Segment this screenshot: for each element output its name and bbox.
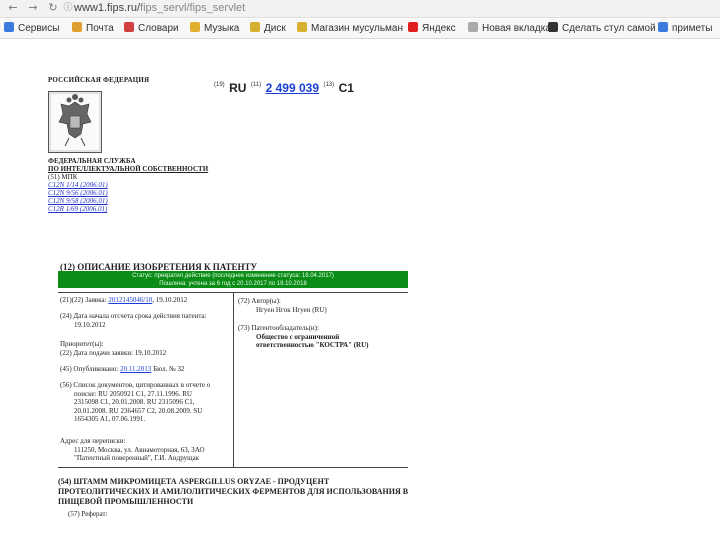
info-icon[interactable]: ⓘ bbox=[61, 1, 75, 15]
table-divider bbox=[233, 292, 234, 468]
url-path: fips_servl/fips_servlet bbox=[140, 2, 246, 14]
invention-title: (54) ШТАММ МИКРОМИЦЕТА ASPERGILLUS ORYZA… bbox=[58, 477, 409, 506]
ipc-link[interactable]: C12N 9/58 (2006.01) bbox=[48, 197, 108, 205]
publication-date-link[interactable]: 20.11.2013 bbox=[120, 365, 151, 373]
ipc-link[interactable]: C12N 9/56 (2006.01) bbox=[48, 189, 108, 197]
url-host: www1.fips.ru/ bbox=[74, 2, 141, 14]
bookmark-omens[interactable]: приметы bbox=[658, 22, 712, 36]
bookmark-shop[interactable]: Магазин мусульман bbox=[297, 22, 403, 36]
arrow-right-icon[interactable]: → bbox=[26, 1, 40, 15]
tools-icon bbox=[548, 22, 558, 32]
ipc-link[interactable]: C12R 1/69 (2006.01) bbox=[48, 205, 108, 213]
reload-icon[interactable]: ↻ bbox=[46, 1, 60, 15]
browser-toolbar: ← → ↻ ⓘ www1.fips.ru/fips_servl/fips_ser… bbox=[0, 0, 720, 18]
apps-icon bbox=[4, 22, 14, 32]
priority-row: Приоритет(ы): (22) Дата подачи заявки: 1… bbox=[60, 340, 167, 357]
bookmark-dictionaries[interactable]: Словари bbox=[124, 22, 179, 36]
owner-row: (73) Патентообладатель(и): Общество с ог… bbox=[238, 324, 369, 349]
bookmark-chair[interactable]: Сделать стул самой bbox=[548, 22, 656, 36]
bookmark-music[interactable]: Музыка bbox=[190, 22, 239, 36]
correspondence-address-row: Адрес для переписки: 111250, Москва, ул.… bbox=[60, 437, 205, 462]
country-code: RU bbox=[229, 81, 247, 95]
page-icon bbox=[468, 22, 478, 32]
folder-icon bbox=[190, 22, 200, 32]
bookmark-mail[interactable]: Почта bbox=[72, 22, 114, 36]
bookmark-services[interactable]: Сервисы bbox=[4, 22, 59, 36]
globe-icon bbox=[658, 22, 668, 32]
status-banner: Статус: прекратил действие (последнее из… bbox=[58, 271, 408, 288]
federation-label: РОССИЙСКАЯ ФЕДЕРАЦИЯ bbox=[48, 76, 150, 84]
bookmark-yandex[interactable]: Яндекс bbox=[408, 22, 456, 36]
yandex-icon bbox=[408, 22, 418, 32]
start-date-row: (24) Дата начала отсчета срока действия … bbox=[60, 312, 207, 329]
patent-number-header: (19) RU (11) 2 499 039 (13) C1 bbox=[214, 81, 354, 95]
ipc-link[interactable]: C12N 1/14 (2006.01) bbox=[48, 181, 108, 189]
federal-service-label: ФЕДЕРАЛЬНАЯ СЛУЖБА ПО ИНТЕЛЛЕКТУАЛЬНОЙ С… bbox=[48, 157, 209, 173]
kind-code: C1 bbox=[338, 81, 354, 95]
cited-documents-row: (56) Список документов, цитированных в о… bbox=[60, 381, 211, 423]
coat-of-arms-icon bbox=[48, 91, 102, 153]
application-number-link[interactable]: 2012145046/10 bbox=[108, 296, 152, 304]
bookmarks-bar: Сервисы Почта Словари Музыка Диск Магази… bbox=[0, 19, 720, 39]
patent-number-link[interactable]: 2 499 039 bbox=[266, 81, 319, 95]
address-bar[interactable]: www1.fips.ru/fips_servl/fips_servlet bbox=[74, 1, 245, 16]
author-row: (72) Автор(ы): Нгуен Нгок Нгуен (RU) bbox=[238, 297, 327, 314]
ipc-classification: (51) МПК C12N 1/14 (2006.01) C12N 9/56 (… bbox=[48, 173, 108, 213]
folder-icon bbox=[250, 22, 260, 32]
folder-icon bbox=[297, 22, 307, 32]
arrow-left-icon[interactable]: ← bbox=[6, 1, 20, 15]
bookmark-disk[interactable]: Диск bbox=[250, 22, 286, 36]
dictionary-icon bbox=[124, 22, 134, 32]
application-row: (21)(22) Заявка: 2012145046/10, 19.10.20… bbox=[60, 296, 188, 304]
publication-row: (45) Опубликовано: 20.11.2013 Бюл. № 32 bbox=[60, 365, 185, 373]
abstract-label: (57) Реферат: bbox=[68, 510, 108, 518]
mail-icon bbox=[72, 22, 82, 32]
bookmark-new-tab[interactable]: Новая вкладка bbox=[468, 22, 551, 36]
